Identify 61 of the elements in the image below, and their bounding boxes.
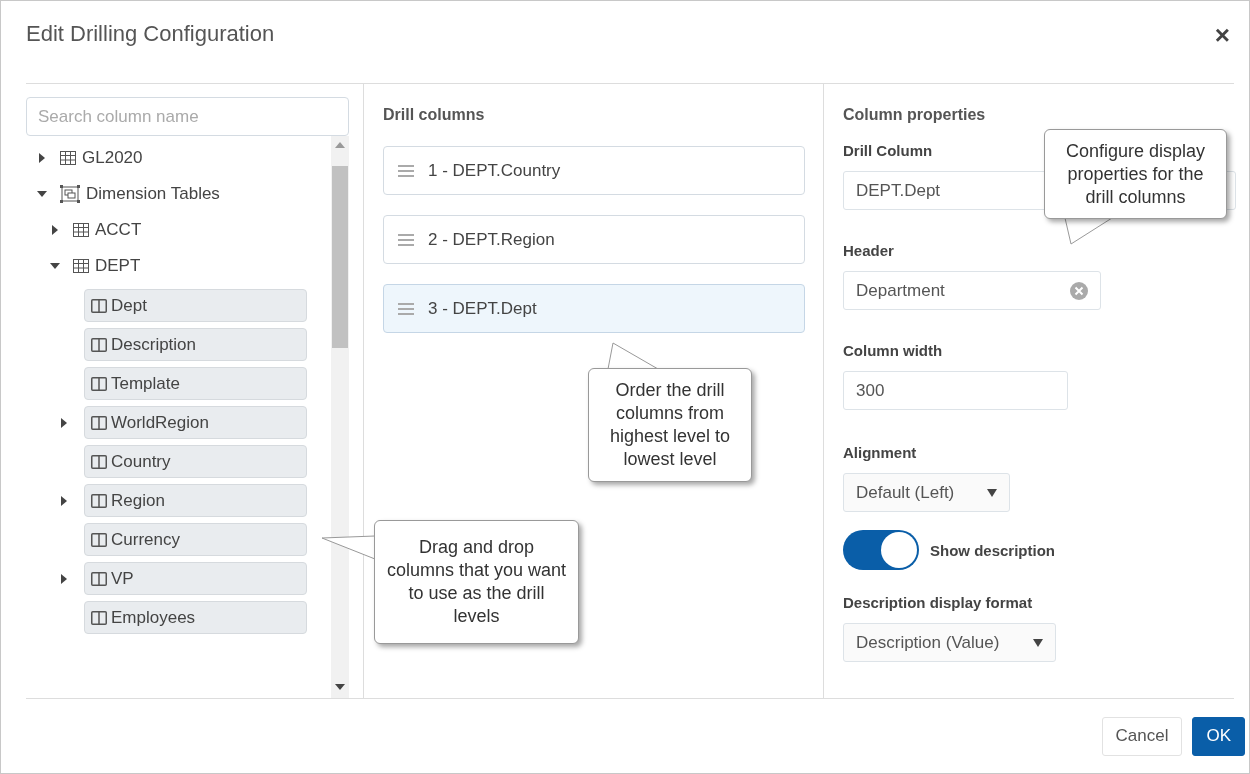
tree-item-label[interactable]: Dimension Tables — [86, 184, 220, 204]
input-field[interactable]: 300 — [843, 371, 1068, 410]
caret-right-icon[interactable] — [37, 153, 47, 163]
column-icon — [91, 337, 107, 352]
ok-button[interactable]: OK — [1192, 716, 1245, 756]
drill-column-item[interactable]: 3 - DEPT.Dept — [383, 284, 805, 333]
drill-column-item[interactable]: 1 - DEPT.Country — [383, 146, 805, 195]
field-label: Drill Column — [843, 142, 933, 159]
section-title: Column properties — [843, 106, 987, 124]
section-title: Drill columns — [383, 106, 486, 124]
search-field[interactable]: Search column name — [26, 97, 349, 136]
drag-handle-icon[interactable] — [398, 302, 414, 315]
drill-column-item[interactable]: 2 - DEPT.Region — [383, 215, 805, 264]
toggle-label: Show description — [930, 541, 1055, 559]
dialog-title: Edit Drilling Configuration — [26, 21, 275, 47]
column-chip[interactable]: Employees — [84, 601, 307, 634]
callout-pointer — [1064, 217, 1114, 245]
column-icon — [91, 571, 107, 586]
column-icon — [91, 610, 107, 625]
tree-item-label[interactable]: DEPT — [95, 256, 141, 276]
callout-tooltip: Drag and drop columns that you want to use as the drill levels — [374, 520, 579, 644]
table-icon — [73, 223, 89, 237]
column-icon — [91, 415, 107, 430]
tree-item-label[interactable]: GL2020 — [82, 148, 143, 168]
field-label: Alignment — [843, 444, 917, 461]
column-icon — [91, 454, 107, 469]
column-chip[interactable]: Description — [84, 328, 307, 361]
close-button[interactable]: × — [1210, 23, 1234, 47]
tree-item-label[interactable]: ACCT — [95, 220, 142, 240]
caret-down-icon — [987, 488, 997, 497]
field-label: Column width — [843, 342, 943, 359]
drag-handle-icon[interactable] — [398, 164, 414, 177]
column-chip[interactable]: Template — [84, 367, 307, 400]
caret-down-icon[interactable] — [37, 189, 47, 199]
scrollbar[interactable] — [331, 136, 349, 698]
column-icon — [91, 298, 107, 313]
table-icon — [60, 151, 76, 165]
toggle-switch[interactable] — [843, 530, 919, 570]
caret-down-icon[interactable] — [50, 261, 60, 271]
input-field[interactable]: Department — [843, 271, 1101, 310]
callout-tooltip: Order the drill columns from highest level to lowest level — [588, 368, 752, 482]
column-icon — [91, 376, 107, 391]
caret-right-icon[interactable] — [59, 495, 69, 506]
caret-right-icon[interactable] — [59, 417, 69, 428]
column-chip[interactable]: Country — [84, 445, 307, 478]
format-dropdown[interactable]: Description (Value) — [843, 623, 1056, 662]
caret-right-icon[interactable] — [59, 573, 69, 584]
field-label: Header — [843, 242, 894, 259]
field-label: Description display format — [843, 594, 1033, 611]
drag-handle-icon[interactable] — [398, 233, 414, 246]
column-icon — [91, 493, 107, 508]
cancel-button[interactable]: Cancel — [1101, 716, 1183, 756]
column-chip[interactable]: Currency — [84, 523, 307, 556]
scroll-down-icon[interactable] — [335, 684, 345, 690]
caret-down-icon — [1033, 638, 1043, 647]
column-chip[interactable]: Dept — [84, 289, 307, 322]
grouped-tables-icon — [60, 185, 80, 203]
column-icon — [91, 532, 107, 547]
table-icon — [73, 259, 89, 273]
alignment-dropdown[interactable]: Default (Left) — [843, 473, 1010, 512]
caret-right-icon[interactable] — [50, 225, 60, 235]
